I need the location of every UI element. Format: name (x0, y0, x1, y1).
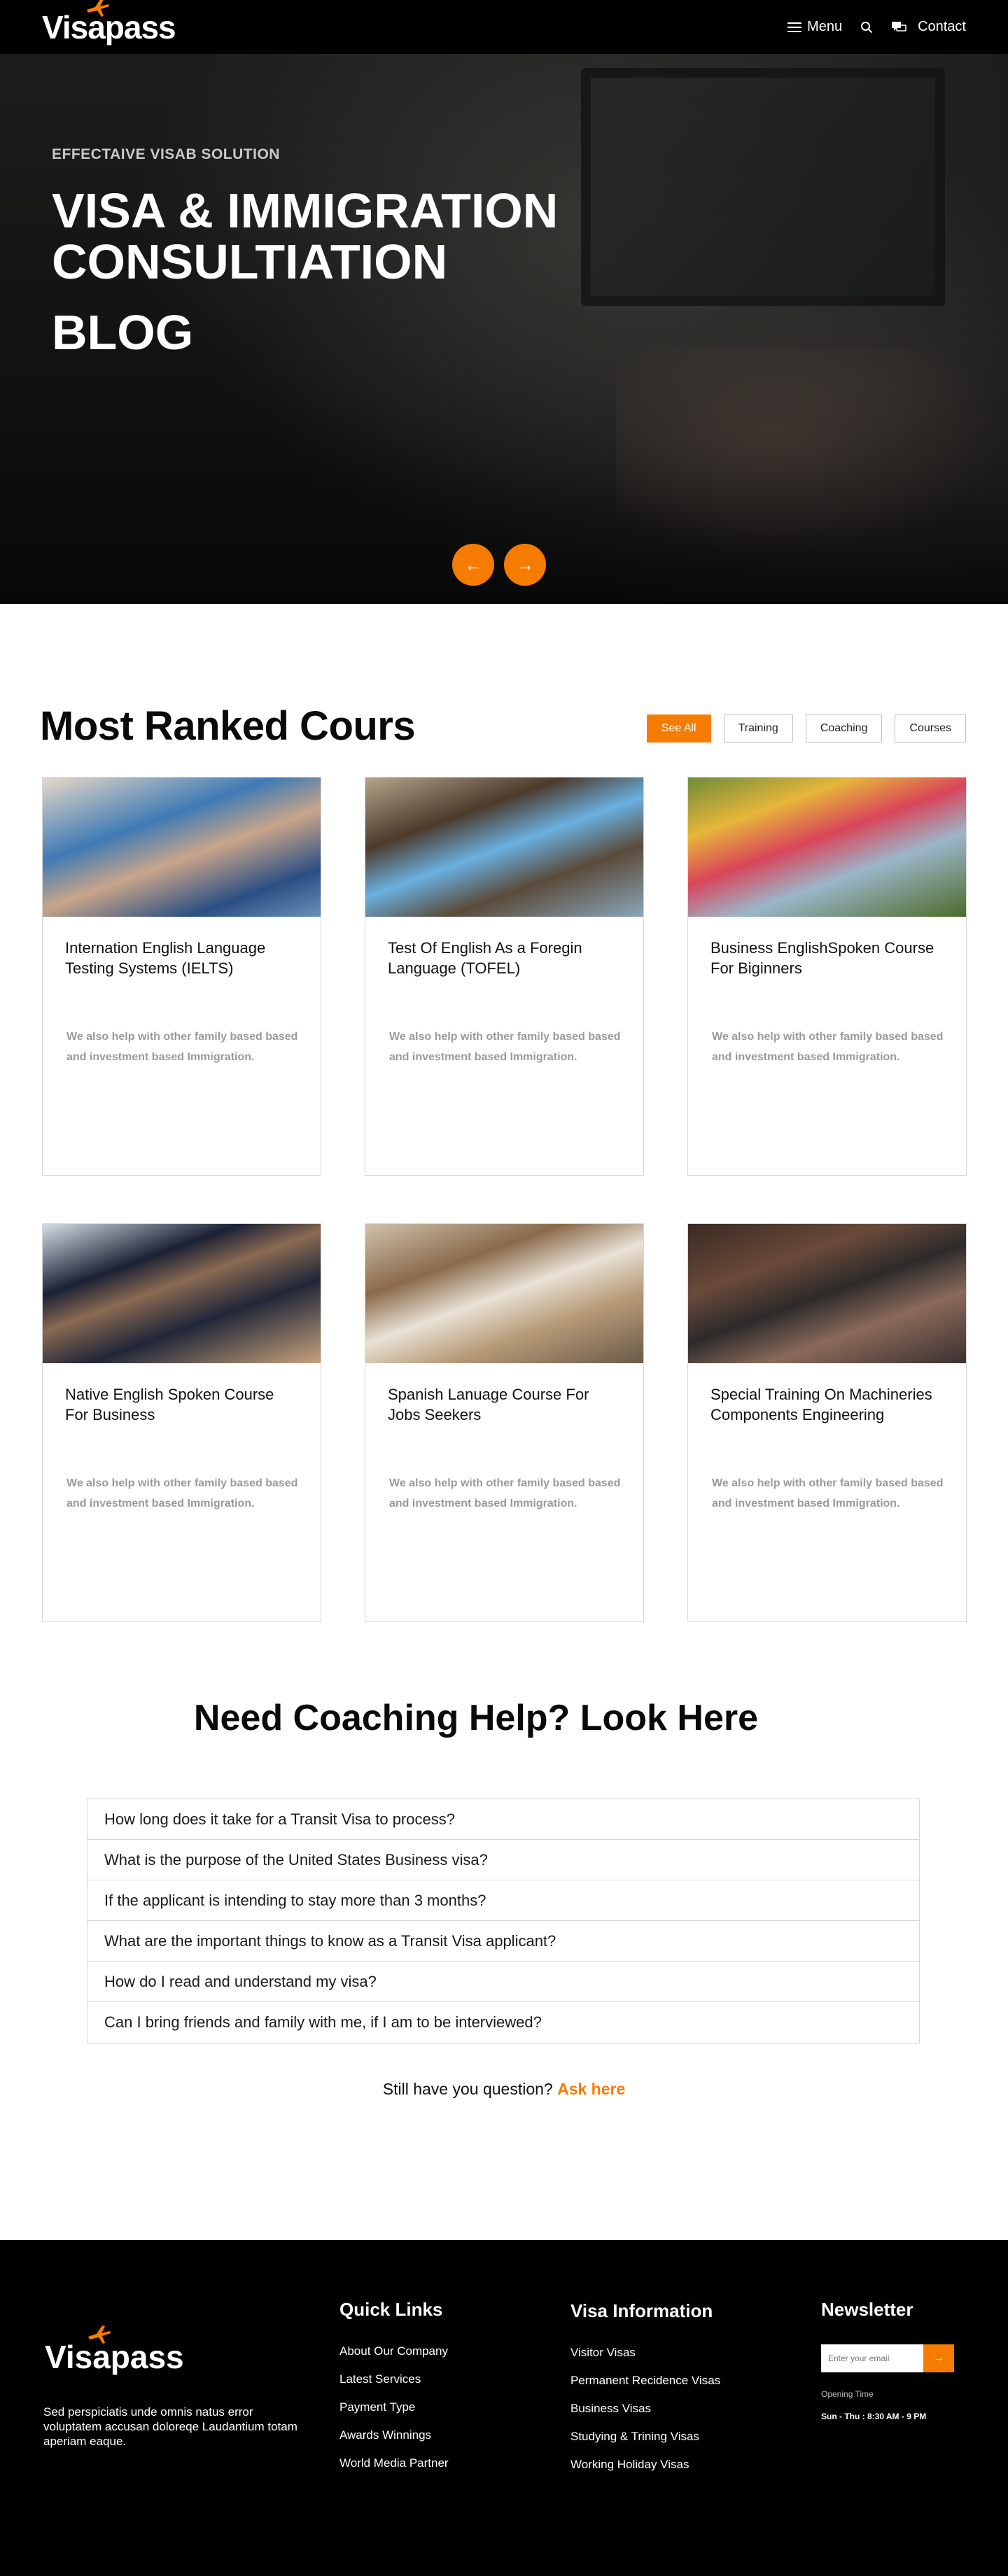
smiling-student-photo (365, 777, 643, 917)
filter-training[interactable]: Training (723, 715, 793, 742)
course-card[interactable]: Internation English Language Testing Sys… (42, 777, 321, 1176)
footer-logo-text: Visapass (45, 2339, 184, 2375)
graduates-photo (43, 1224, 321, 1363)
footer-link[interactable]: About Our Company (340, 2344, 449, 2358)
logo[interactable]: Visapass (42, 0, 176, 46)
slider-controls: ← → (452, 544, 546, 586)
student-group-photo (688, 777, 966, 917)
visa-link[interactable]: Business Visas (570, 2402, 720, 2416)
footer-link[interactable]: Latest Services (340, 2372, 449, 2386)
hero-subtitle: BLOG (52, 305, 194, 360)
contact-link[interactable]: Contact (891, 19, 966, 35)
hero-kicker: EFFECTAIVE VISAB SOLUTION (52, 146, 280, 162)
prev-slide-button[interactable]: ← (452, 544, 494, 586)
still-question-text: Still have you question? (382, 2080, 553, 2098)
student-nurses-photo (43, 777, 321, 917)
plane-icon (87, 0, 109, 17)
footer-link[interactable]: World Media Partner (340, 2456, 449, 2470)
course-title: Special Training On Machineries Componen… (710, 1386, 932, 1423)
course-card[interactable]: Business EnglishSpoken Course For Biginn… (687, 777, 967, 1176)
course-filters: See All Training Coaching Courses (646, 715, 966, 742)
footer-logo[interactable]: Visapass (45, 2325, 184, 2376)
course-desc: We also help with other family based bas… (712, 1031, 944, 1063)
next-slide-button[interactable]: → (504, 544, 546, 586)
filter-see-all[interactable]: See All (646, 715, 711, 742)
ask-here-link[interactable]: Ask here (557, 2080, 625, 2098)
visa-link[interactable]: Permanent Recidence Visas (570, 2374, 720, 2388)
course-card[interactable]: Native English Spoken Course For Busines… (42, 1223, 321, 1622)
course-grid-row-2: Native English Spoken Course For Busines… (42, 1223, 967, 1622)
opening-hours: Sun - Thu : 8:30 AM - 9 PM (821, 2412, 927, 2421)
course-title: Internation English Language Testing Sys… (65, 939, 266, 977)
course-desc: We also help with other family based bas… (712, 1477, 944, 1509)
still-question: Still have you question? Ask here (0, 2080, 1008, 2099)
chat-icon (892, 21, 906, 31)
lecture-hall-photo (688, 1224, 966, 1363)
course-desc: We also help with other family based bas… (389, 1031, 621, 1063)
footer-link[interactable]: Payment Type (340, 2400, 449, 2414)
course-card[interactable]: Special Training On Machineries Componen… (687, 1223, 967, 1622)
newsletter: Newsletter → Opening Time Sun - Thu : 8:… (821, 2299, 954, 2421)
filter-coaching[interactable]: Coaching (805, 715, 883, 742)
faq-item[interactable]: What are the important things to know as… (88, 1921, 919, 1962)
faq-item[interactable]: What is the purpose of the United States… (88, 1840, 919, 1880)
main-nav: Menu Contact (788, 19, 966, 35)
visa-information: Visa Information Visitor Visas Permanent… (570, 2300, 720, 2486)
course-title: Business EnglishSpoken Course For Biginn… (710, 939, 934, 977)
newsletter-submit-button[interactable]: → (923, 2344, 954, 2372)
course-title: Spanish Lanuage Course For Jobs Seekers (388, 1386, 589, 1423)
classroom-photo (365, 1224, 643, 1363)
faq-list: How long does it take for a Transit Visa… (87, 1799, 920, 2043)
newsletter-form: → (821, 2344, 954, 2372)
course-card[interactable]: Test Of English As a Foregin Language (T… (365, 777, 644, 1176)
footer-link[interactable]: Awards Winnings (340, 2428, 449, 2442)
visa-link[interactable]: Visitor Visas (570, 2346, 720, 2360)
course-title: Test Of English As a Foregin Language (T… (388, 939, 582, 977)
footer-about: Sed perspiciatis unde omnis natus error … (43, 2405, 298, 2448)
hamburger-icon (788, 22, 802, 32)
faq-item[interactable]: If the applicant is intending to stay mo… (88, 1880, 919, 1921)
hero-title: VISA & IMMIGRATION CONSULTIATION (52, 183, 559, 289)
course-card[interactable]: Spanish Lanuage Course For Jobs Seekers … (365, 1223, 644, 1622)
course-desc: We also help with other family based bas… (389, 1477, 621, 1509)
filter-courses[interactable]: Courses (895, 715, 966, 742)
visa-info-title: Visa Information (570, 2300, 713, 2321)
courses-title: Most Ranked Cours (40, 703, 416, 749)
plane-icon (88, 2325, 111, 2344)
page: Visapass Menu Contact EFFECTAIVE VISAB S… (0, 0, 1008, 2576)
search-icon[interactable] (860, 21, 873, 34)
faq-title: Need Coaching Help? Look Here (193, 1698, 759, 1738)
course-title: Native English Spoken Course For Busines… (65, 1386, 274, 1423)
quick-links: Quick Links About Our Company Latest Ser… (340, 2299, 449, 2484)
hero-banner: EFFECTAIVE VISAB SOLUTION VISA & IMMIGRA… (0, 54, 1008, 604)
menu-label: Menu (807, 19, 843, 34)
quick-links-title: Quick Links (340, 2299, 443, 2320)
course-grid-row-1: Internation English Language Testing Sys… (42, 777, 967, 1176)
faq-item[interactable]: Can I bring friends and family with me, … (88, 2002, 919, 2043)
menu-button[interactable]: Menu (788, 19, 842, 35)
email-input[interactable] (821, 2344, 923, 2372)
contact-label: Contact (918, 19, 966, 34)
faq-item[interactable]: How long does it take for a Transit Visa… (88, 1799, 919, 1840)
newsletter-title: Newsletter (821, 2299, 913, 2320)
site-header: Visapass Menu Contact (0, 0, 1008, 54)
opening-time-label: Opening Time (821, 2389, 874, 2399)
faq-item[interactable]: How do I read and understand my visa? (88, 1962, 919, 2002)
visa-link[interactable]: Working Holiday Visas (570, 2458, 720, 2472)
course-desc: We also help with other family based bas… (66, 1031, 298, 1063)
site-footer: Visapass Sed perspiciatis unde omnis nat… (0, 2240, 1008, 2576)
course-desc: We also help with other family based bas… (66, 1477, 298, 1509)
visa-link[interactable]: Studying & Trining Visas (570, 2430, 720, 2444)
